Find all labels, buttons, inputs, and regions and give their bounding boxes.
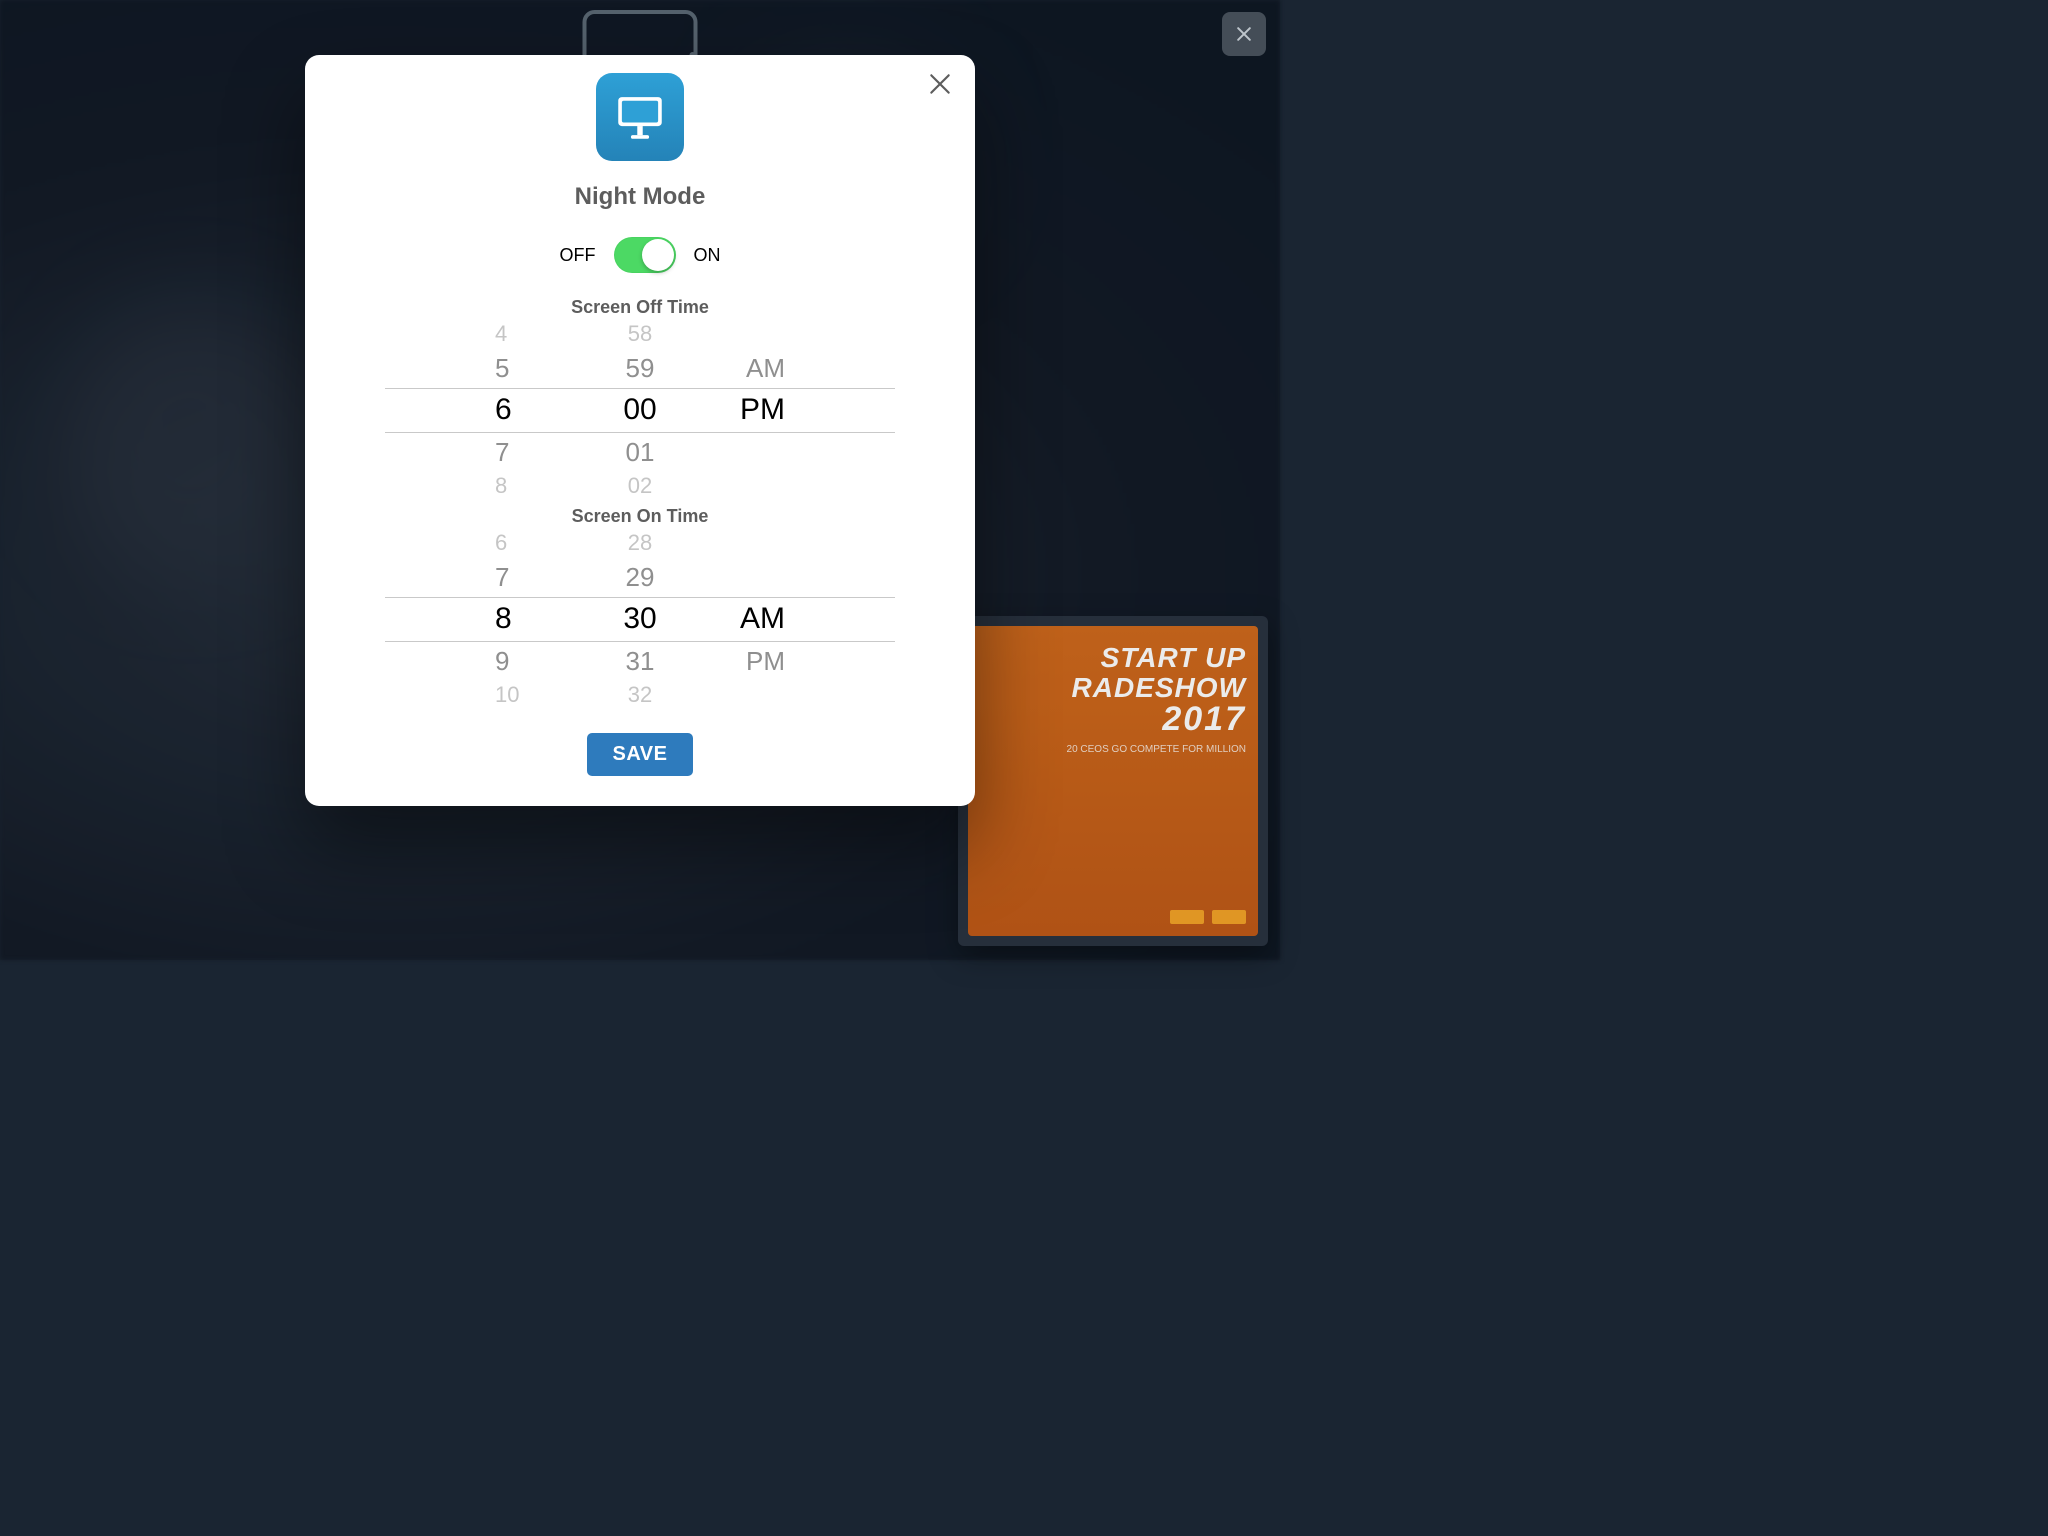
picker-minute-selected: 00 [555, 393, 725, 427]
picker-minute: 59 [555, 353, 725, 384]
picker-hour: 7 [385, 562, 555, 593]
picker-minute: 01 [555, 437, 725, 468]
close-icon [927, 71, 953, 97]
picker-hour: 5 [385, 353, 555, 384]
screen-on-time-picker[interactable]: 6 28 7 29 8 30 AM 9 31 PM 10 32 [385, 529, 895, 709]
picker-ampm: PM [725, 646, 895, 677]
toggle-knob [642, 239, 674, 271]
picker-minute-selected: 30 [555, 602, 725, 636]
picker-ampm-selected: AM [725, 602, 895, 636]
screen-off-time-label: Screen Off Time [571, 297, 709, 318]
picker-ampm-selected: PM [725, 393, 895, 427]
display-app-icon [596, 73, 684, 161]
picker-hour: 4 [385, 321, 555, 347]
screen-on-time-label: Screen On Time [572, 506, 709, 527]
picker-hour: 6 [385, 530, 555, 556]
picker-ampm: AM [725, 353, 895, 384]
monitor-icon [611, 88, 669, 146]
picker-hour: 10 [385, 682, 555, 708]
save-button[interactable]: SAVE [587, 733, 694, 776]
modal-close-button[interactable] [925, 69, 955, 99]
modal-title: Night Mode [575, 183, 706, 211]
picker-minute: 58 [555, 321, 725, 347]
night-mode-modal: Night Mode OFF ON Screen Off Time 4 58 5… [305, 55, 975, 806]
picker-minute: 29 [555, 562, 725, 593]
picker-hour: 8 [385, 473, 555, 499]
toggle-off-label: OFF [560, 245, 596, 266]
picker-hour-selected: 6 [385, 393, 555, 427]
night-mode-toggle[interactable] [614, 237, 676, 273]
picker-hour-selected: 8 [385, 602, 555, 636]
picker-hour: 9 [385, 646, 555, 677]
picker-minute: 02 [555, 473, 725, 499]
night-mode-toggle-row: OFF ON [560, 237, 721, 273]
picker-minute: 28 [555, 530, 725, 556]
screen-off-time-picker[interactable]: 4 58 5 59 AM 6 00 PM 7 01 8 02 [385, 320, 895, 500]
picker-minute: 31 [555, 646, 725, 677]
picker-hour: 7 [385, 437, 555, 468]
picker-minute: 32 [555, 682, 725, 708]
toggle-on-label: ON [694, 245, 721, 266]
